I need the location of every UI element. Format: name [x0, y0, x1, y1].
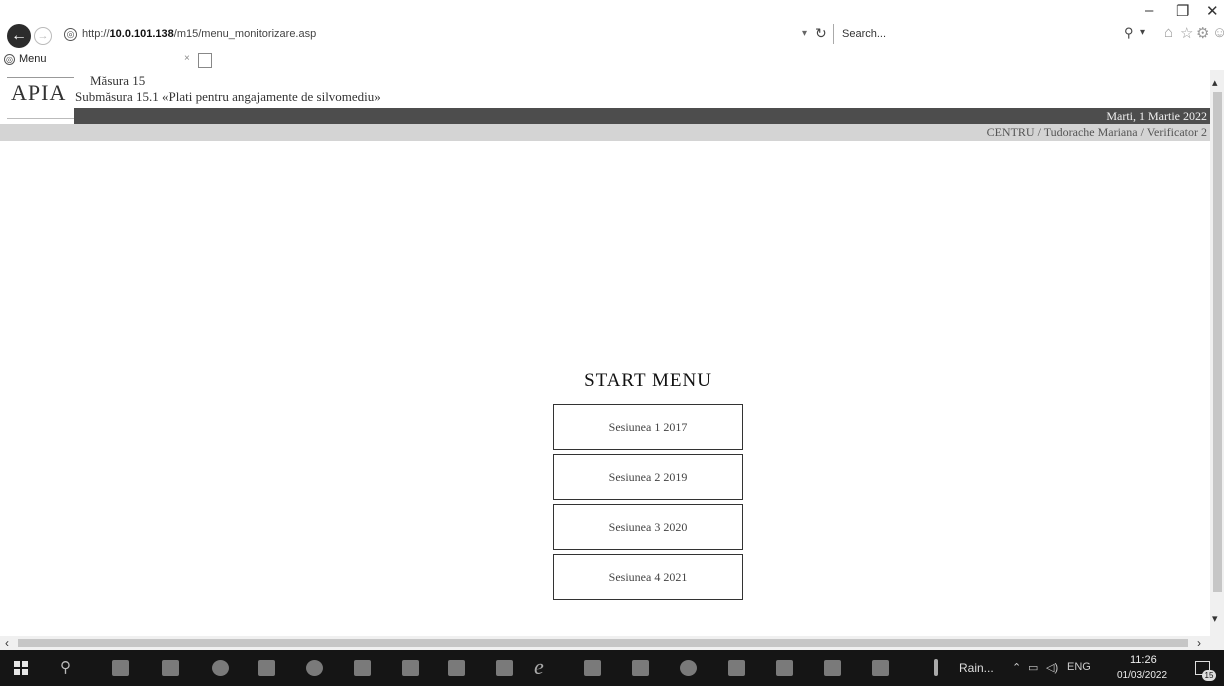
session-2-button[interactable]: Sesiunea 2 2019 — [553, 454, 743, 500]
calculator-icon[interactable] — [112, 660, 129, 676]
back-arrow-icon[interactable]: ← — [7, 24, 31, 48]
date-bar: Marti, 1 Martie 2022 — [74, 108, 1210, 124]
app-icon[interactable] — [776, 660, 793, 676]
notification-badge: 15 — [1202, 670, 1216, 681]
vertical-scroll-thumb[interactable] — [1213, 92, 1222, 592]
logo-bottom-line — [7, 118, 74, 119]
outlook-icon[interactable] — [354, 660, 371, 676]
gear-icon[interactable]: ⚙ — [1196, 24, 1209, 42]
measure-title: Măsura 15 — [90, 73, 146, 88]
tab-label: Menu — [19, 53, 47, 65]
session-4-button[interactable]: Sesiunea 4 2021 — [553, 554, 743, 600]
address-dropdown-icon[interactable]: ▾ — [802, 28, 807, 39]
app-icon[interactable] — [162, 660, 179, 676]
internet-explorer-icon[interactable]: e — [534, 654, 544, 680]
tab-close-icon[interactable]: × — [184, 53, 190, 64]
browser-chrome: – ❐ ✕ ← → ◎ http://10.0.101.138/m15/menu… — [0, 0, 1224, 70]
refresh-icon[interactable]: ↻ — [815, 25, 827, 42]
apia-logo: APIA — [7, 74, 74, 124]
restore-button[interactable]: ❐ — [1176, 2, 1189, 20]
search-dropdown-icon[interactable]: ▾ — [1140, 27, 1145, 38]
volume-icon[interactable]: ◁) — [1046, 661, 1058, 674]
minimize-button[interactable]: – — [1145, 2, 1153, 19]
weather-icon[interactable] — [934, 659, 938, 676]
horizontal-scroll-thumb[interactable] — [18, 639, 1188, 647]
app-icon[interactable] — [212, 660, 229, 676]
chrome-icon[interactable] — [680, 660, 697, 676]
app-icon[interactable] — [872, 660, 889, 676]
home-icon[interactable]: ⌂ — [1164, 24, 1173, 41]
scroll-down-icon[interactable]: ▾ — [1212, 612, 1218, 625]
current-date: Marti, 1 Martie 2022 — [1106, 109, 1207, 123]
session-3-button[interactable]: Sesiunea 3 2020 — [553, 504, 743, 550]
language-indicator[interactable]: ENG — [1067, 661, 1091, 673]
clock-date[interactable]: 01/03/2022 — [1117, 670, 1167, 681]
url-prefix: http:// — [82, 28, 110, 40]
page-content: APIA Măsura 15 Submăsura 15.1 «Plati pen… — [0, 70, 1210, 636]
network-icon[interactable]: ▭ — [1028, 661, 1038, 674]
tab-menu[interactable]: ◎ Menu × — [0, 52, 195, 70]
tab-globe-icon: ◎ — [4, 54, 15, 65]
logo-text: APIA — [11, 80, 67, 105]
start-menu-heading: START MENU — [584, 370, 712, 391]
new-tab-button[interactable] — [198, 53, 212, 68]
user-info: CENTRU / Tudorache Mariana / Verificator… — [986, 125, 1207, 139]
logo-top-line — [7, 77, 74, 78]
taskbar-search-icon[interactable]: ⚲ — [60, 658, 71, 676]
excel-icon[interactable] — [584, 660, 601, 676]
edge-icon[interactable] — [306, 660, 323, 676]
search-box[interactable] — [836, 24, 1104, 44]
weather-text[interactable]: Rain... — [959, 661, 994, 675]
user-bar: CENTRU / Tudorache Mariana / Verificator… — [0, 124, 1210, 141]
windows-start-icon[interactable] — [14, 661, 28, 675]
star-icon[interactable]: ☆ — [1180, 24, 1193, 42]
app-icon[interactable] — [448, 660, 465, 676]
chevron-up-icon[interactable]: ⌃ — [1012, 661, 1021, 674]
search-icon[interactable]: ⚲ — [1124, 25, 1134, 41]
url-path: /m15/menu_monitorizare.asp — [173, 28, 317, 40]
search-input[interactable] — [836, 24, 1076, 44]
smiley-icon[interactable]: ☺ — [1212, 24, 1224, 41]
address-bar[interactable]: http://10.0.101.138/m15/menu_monitorizar… — [82, 28, 316, 40]
scroll-up-icon[interactable]: ▴ — [1212, 76, 1218, 89]
store-icon[interactable] — [402, 660, 419, 676]
app-icon[interactable] — [496, 660, 513, 676]
close-window-button[interactable]: ✕ — [1206, 2, 1219, 20]
scroll-left-icon[interactable]: ‹ — [5, 636, 9, 650]
taskbar: ⚲ e Rain... ⌃ ▭ ◁) ENG 11:26 01/03/2022 … — [0, 650, 1224, 686]
scroll-right-icon[interactable]: › — [1197, 636, 1201, 650]
globe-icon: ◎ — [64, 28, 77, 41]
forward-arrow-icon[interactable]: → — [34, 27, 52, 45]
url-host: 10.0.101.138 — [109, 28, 174, 40]
horizontal-scrollbar[interactable]: ‹ › — [0, 636, 1224, 650]
clock-time[interactable]: 11:26 — [1130, 654, 1157, 666]
address-separator — [833, 24, 834, 44]
app-icon[interactable] — [824, 660, 841, 676]
app-icon[interactable] — [728, 660, 745, 676]
app-icon[interactable] — [258, 660, 275, 676]
app-icon[interactable] — [632, 660, 649, 676]
submeasure-title: Submăsura 15.1 «Plati pentru angajamente… — [75, 89, 381, 104]
session-1-button[interactable]: Sesiunea 1 2017 — [553, 404, 743, 450]
